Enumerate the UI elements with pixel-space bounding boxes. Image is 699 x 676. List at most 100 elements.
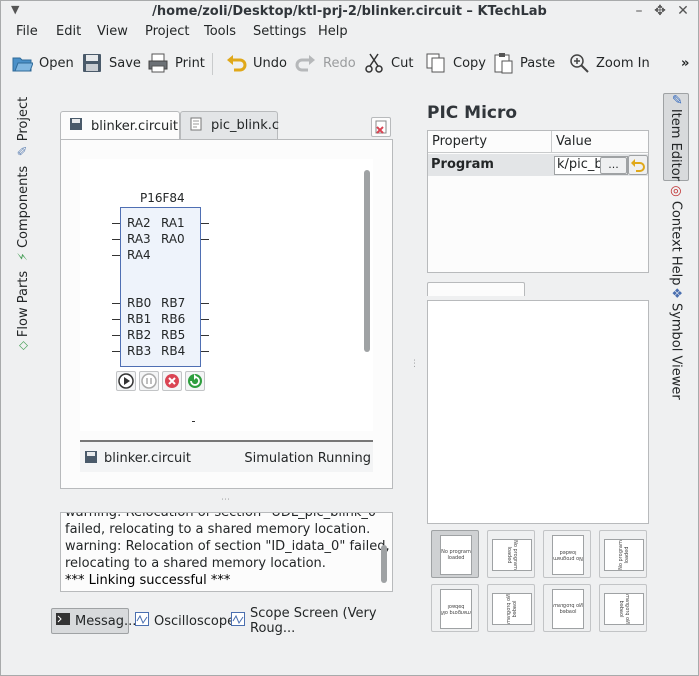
pin-lead	[112, 319, 120, 320]
messages-panel: warning: Relocation of section "UDL_pic_…	[60, 512, 393, 592]
dock-tab-symbol-viewer[interactable]: ❖ Symbol Viewer	[663, 287, 689, 399]
close-tab-button[interactable]	[371, 117, 391, 137]
menu-tools[interactable]: Tools	[204, 24, 236, 39]
menu-view[interactable]: View	[97, 24, 128, 39]
copy-button[interactable]: Copy	[425, 51, 486, 75]
paste-button[interactable]: Paste	[492, 51, 555, 75]
application-window: ▼ /home/zoli/Desktop/ktl-prj-2/blinker.c…	[0, 0, 699, 676]
status-filename: blinker.circuit	[104, 451, 191, 466]
pin-label: RB0	[127, 296, 152, 310]
document-tabs: blinker.circuit pic_blink.c	[60, 111, 393, 140]
tab-pic-blink-c[interactable]: pic_blink.c	[180, 111, 279, 139]
maximize-icon[interactable]: ✥	[653, 3, 667, 19]
open-button[interactable]: Open	[11, 51, 74, 75]
pin-lead	[201, 223, 209, 224]
undo-button[interactable]: Undo	[225, 51, 287, 75]
message-line: relocating to a shared memory location.	[65, 556, 326, 571]
pause-icon	[141, 373, 157, 389]
menu-bar: File Edit View Project Tools Settings He…	[1, 23, 698, 43]
main-toolbar: Open Save Print Undo Redo Cut Copy Paste…	[1, 45, 698, 81]
stop-icon	[165, 374, 179, 388]
reset-value-button[interactable]	[628, 155, 648, 175]
left-dock: ✎ Project ⚡ Components ⬦ Flow Parts	[9, 93, 39, 353]
circuit-view: P16F84 RA2 RA3 RA4 RB0 RB1 RB2 RB3 RA1 R…	[60, 139, 393, 489]
property-row-program[interactable]: Program k/pic_bl ...	[428, 154, 648, 176]
orientation-option[interactable]: No program loaded	[543, 530, 591, 578]
pin-label: RB1	[127, 312, 152, 326]
orientation-grid: No program loaded No program loaded No p…	[427, 530, 651, 632]
orientation-option[interactable]: No program loaded	[599, 584, 647, 632]
cut-button[interactable]: Cut	[363, 51, 413, 75]
dock-tab-flow-parts[interactable]: ⬦ Flow Parts	[9, 267, 39, 353]
orientation-option[interactable]: No program loaded	[487, 530, 535, 578]
menu-file[interactable]: File	[16, 24, 38, 39]
orientation-option[interactable]: No program loaded	[599, 530, 647, 578]
zoom-in-button[interactable]: Zoom In	[568, 51, 650, 75]
play-icon	[118, 373, 134, 389]
chip-preview: No program loaded	[604, 539, 644, 571]
pin-label: RA3	[127, 232, 151, 246]
copy-icon	[425, 52, 447, 74]
menu-edit[interactable]: Edit	[56, 24, 81, 39]
message-line: warning: Relocation of section "ID_idata…	[65, 539, 390, 554]
pin-lead	[112, 239, 120, 240]
title-bar: ▼ /home/zoli/Desktop/ktl-prj-2/blinker.c…	[1, 1, 698, 23]
orientation-option[interactable]: No program loaded	[543, 584, 591, 632]
orientation-option[interactable]: No program loaded	[431, 530, 479, 578]
messages-scrollbar[interactable]	[379, 517, 389, 589]
chip-preview: No program loaded	[552, 535, 584, 575]
oscilloscope-icon	[135, 612, 149, 630]
dock-tab-components[interactable]: ⚡ Components	[9, 163, 39, 263]
save-button[interactable]: Save	[81, 51, 141, 75]
dock-tab-context-help[interactable]: ◎ Context Help	[663, 184, 689, 285]
dock-tab-item-editor[interactable]: ✐ Item Editor	[663, 93, 689, 181]
pin-label: RB3	[127, 344, 152, 358]
menu-settings[interactable]: Settings	[253, 24, 306, 39]
save-icon	[69, 117, 83, 135]
components-icon: ⚡	[16, 251, 32, 261]
browse-button[interactable]: ...	[600, 157, 627, 174]
dock-tab-project[interactable]: ✎ Project	[9, 93, 39, 159]
redo-icon	[295, 52, 317, 74]
scrollbar-thumb[interactable]	[381, 545, 387, 583]
window-title: /home/zoli/Desktop/ktl-prj-2/blinker.cir…	[152, 4, 547, 19]
header-value[interactable]: Value	[552, 131, 648, 153]
pin-label: RA0	[161, 232, 185, 246]
toolbar-overflow-button[interactable]: »	[681, 51, 689, 75]
printer-icon	[147, 52, 169, 74]
tab-messages[interactable]: Messag...	[51, 608, 136, 634]
orientation-combo[interactable]	[427, 282, 525, 296]
tab-blinker-circuit[interactable]: blinker.circuit	[60, 111, 180, 140]
orientation-option[interactable]: No program loaded	[431, 584, 479, 632]
reload-icon	[188, 374, 202, 388]
pin-lead	[112, 303, 120, 304]
pin-lead	[201, 303, 209, 304]
header-property[interactable]: Property	[428, 131, 552, 153]
property-label: Program	[431, 157, 494, 172]
tab-oscilloscope[interactable]: Oscilloscope	[131, 608, 239, 634]
chip-preview: No program loaded	[440, 535, 472, 575]
help-icon: ◎	[668, 184, 684, 197]
menu-project[interactable]: Project	[145, 24, 189, 39]
scrollbar-thumb[interactable]	[364, 170, 370, 352]
redo-button[interactable]: Redo	[295, 51, 356, 75]
circuit-canvas[interactable]: P16F84 RA2 RA3 RA4 RB0 RB1 RB2 RB3 RA1 R…	[80, 159, 373, 431]
pic-chip[interactable]	[120, 207, 201, 367]
tab-scope-screen[interactable]: Scope Screen (Very Roug...	[227, 606, 411, 636]
horizontal-splitter-handle[interactable]: ⋯	[221, 495, 230, 505]
circuit-vertical-scrollbar[interactable]	[361, 158, 373, 430]
menu-help[interactable]: Help	[318, 24, 348, 39]
stop-button[interactable]	[162, 371, 182, 391]
minimize-icon[interactable]: –	[632, 3, 646, 19]
reset-button[interactable]	[185, 371, 205, 391]
chip-preview: No program loaded	[492, 539, 532, 571]
close-icon[interactable]: ✕	[676, 3, 690, 19]
vertical-splitter-handle[interactable]: ⋮	[410, 359, 419, 369]
pin-lead	[112, 223, 120, 224]
pin-lead	[201, 335, 209, 336]
run-button[interactable]	[116, 371, 136, 391]
orientation-option[interactable]: No program loaded	[487, 584, 535, 632]
print-button[interactable]: Print	[147, 51, 205, 75]
pause-button[interactable]	[139, 371, 159, 391]
toolbar-separator	[212, 53, 213, 75]
